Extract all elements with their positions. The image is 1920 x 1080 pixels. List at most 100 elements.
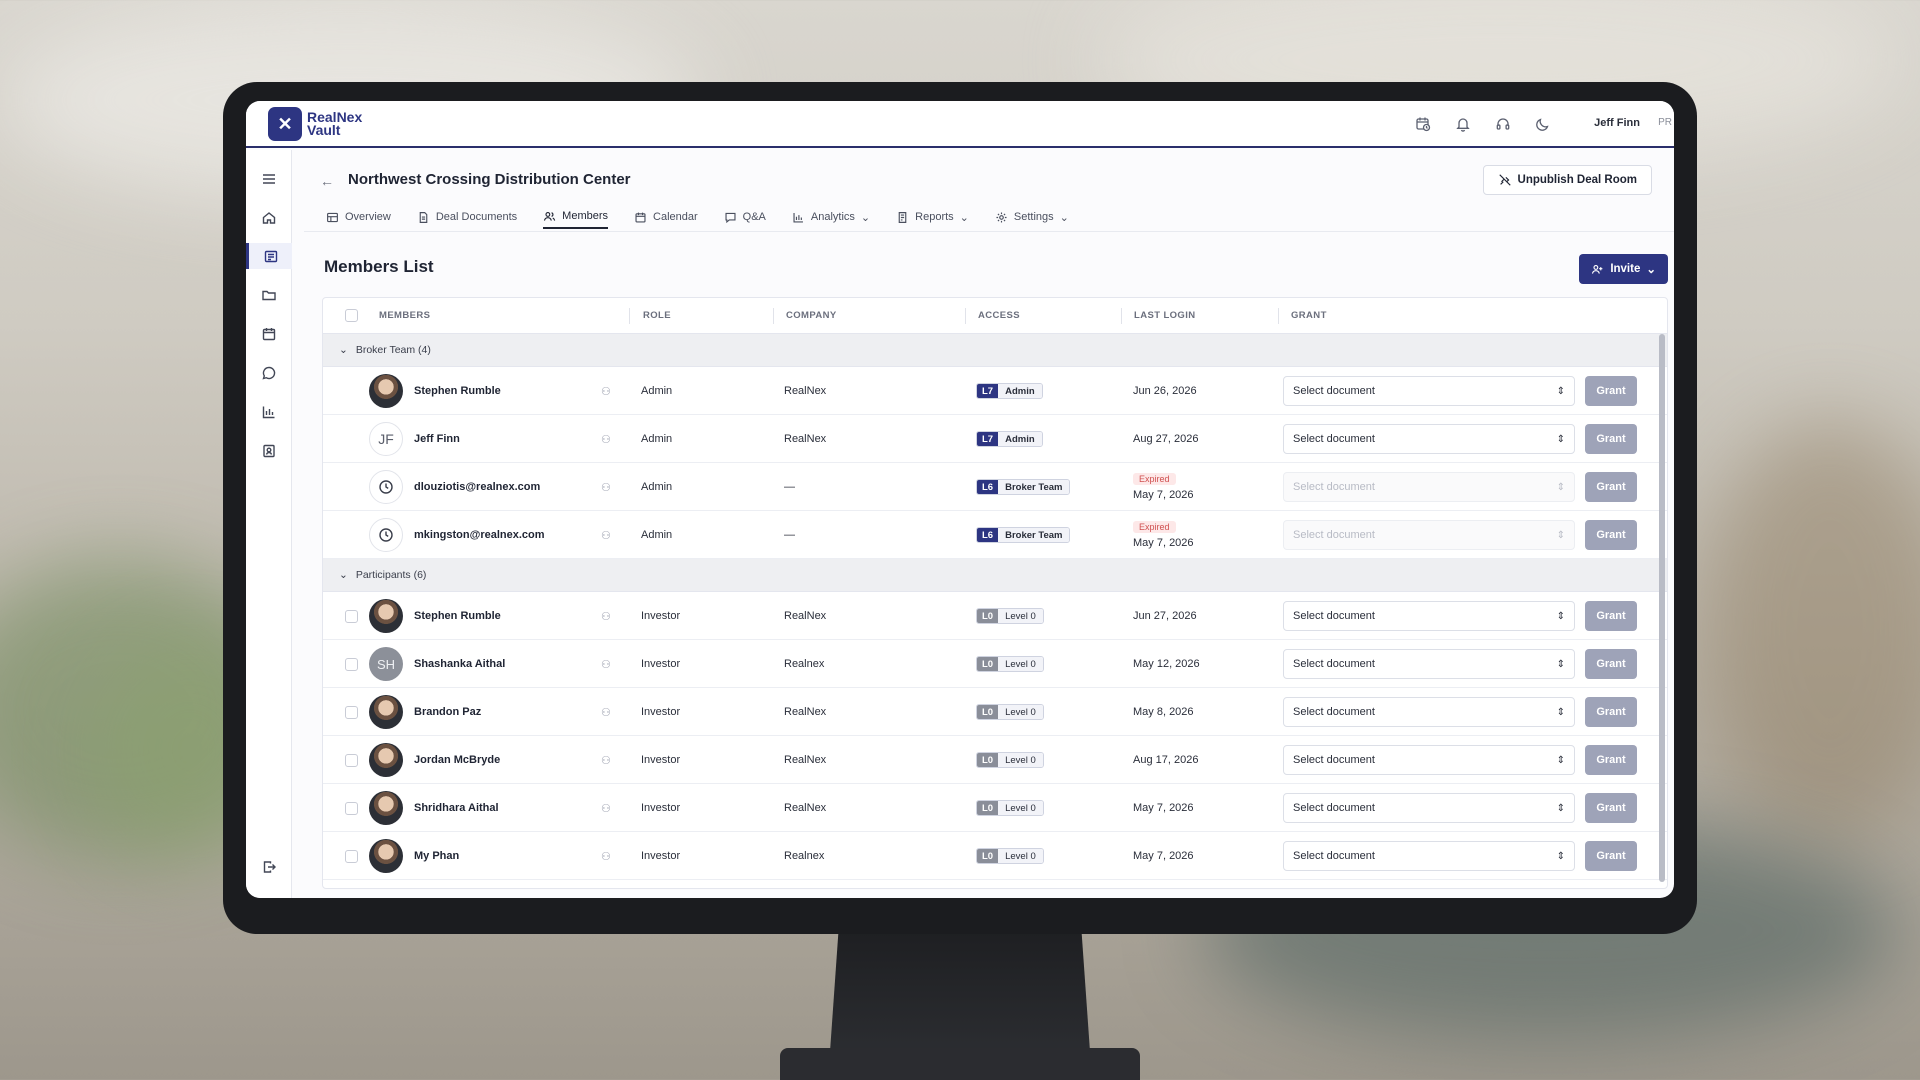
avatar[interactable] xyxy=(369,599,403,633)
tab-qa[interactable]: Q&A xyxy=(724,205,766,229)
access-level-name: Admin xyxy=(998,432,1042,446)
back-arrow-icon[interactable]: ← xyxy=(320,173,334,189)
member-name[interactable]: Shashanka Aithal xyxy=(414,640,505,688)
member-name[interactable]: My Phan xyxy=(414,832,459,880)
member-name[interactable]: Brandon Paz xyxy=(414,688,481,736)
member-name[interactable]: Stephen Rumble xyxy=(414,592,501,640)
avatar[interactable] xyxy=(369,791,403,825)
calendar-clock-icon[interactable] xyxy=(1412,113,1434,135)
assign-user-icon[interactable]: ⚇ xyxy=(601,640,611,688)
folder-icon[interactable] xyxy=(256,282,282,308)
user-initials[interactable]: PR xyxy=(1658,117,1672,128)
group-broker-team[interactable]: ⌄ Broker Team (4) xyxy=(323,334,1667,367)
headset-icon[interactable] xyxy=(1492,113,1514,135)
avatar[interactable] xyxy=(369,695,403,729)
assign-user-icon[interactable]: ⚇ xyxy=(601,511,611,559)
select-all-checkbox[interactable] xyxy=(345,309,358,322)
assign-user-icon[interactable]: ⚇ xyxy=(601,367,611,415)
user-name[interactable]: Jeff Finn xyxy=(1594,117,1640,129)
grant-button[interactable]: Grant xyxy=(1585,520,1637,550)
invite-button[interactable]: Invite ⌄ xyxy=(1579,254,1668,284)
bell-icon[interactable] xyxy=(1452,113,1474,135)
grant-button[interactable]: Grant xyxy=(1585,697,1637,727)
document-select[interactable]: Select document ⇕ xyxy=(1283,697,1575,727)
assign-user-icon[interactable]: ⚇ xyxy=(601,784,611,832)
member-name[interactable]: mkingston@realnex.com xyxy=(414,511,545,559)
chevron-down-icon: ⌄ xyxy=(1059,211,1069,224)
calendar-icon[interactable] xyxy=(256,321,282,347)
avatar[interactable]: JF xyxy=(369,422,403,456)
document-select[interactable]: Select document ⇕ xyxy=(1283,649,1575,679)
row-checkbox[interactable] xyxy=(345,801,358,815)
member-name[interactable]: Jeff Finn xyxy=(414,415,460,463)
unpublish-deal-room-button[interactable]: Unpublish Deal Room xyxy=(1482,165,1652,195)
last-login: Aug 17, 2026 xyxy=(1133,754,1199,766)
row-checkbox[interactable] xyxy=(345,705,358,719)
member-name[interactable]: Shridhara Aithal xyxy=(414,784,499,832)
grant-button[interactable]: Grant xyxy=(1585,472,1637,502)
avatar[interactable] xyxy=(369,374,403,408)
home-icon[interactable] xyxy=(256,205,282,231)
grant-button[interactable]: Grant xyxy=(1585,376,1637,406)
grant-button[interactable]: Grant xyxy=(1585,649,1637,679)
document-select[interactable]: Select document ⇕ xyxy=(1283,793,1575,823)
assign-user-icon[interactable]: ⚇ xyxy=(601,736,611,784)
assign-user-icon[interactable]: ⚇ xyxy=(601,832,611,880)
contact-book-icon[interactable] xyxy=(256,438,282,464)
app-logo[interactable]: ✕ RealNex Vault xyxy=(268,107,362,141)
document-select[interactable]: Select document ⇕ xyxy=(1283,841,1575,871)
tab-label: Q&A xyxy=(742,211,766,223)
group-participants[interactable]: ⌄ Participants (6) xyxy=(323,559,1667,592)
col-company[interactable]: COMPANY xyxy=(786,310,837,321)
grant-button[interactable]: Grant xyxy=(1585,601,1637,631)
grant-button[interactable]: Grant xyxy=(1585,745,1637,775)
access-badge: L0 Level 0 xyxy=(976,800,1044,816)
assign-user-icon[interactable]: ⚇ xyxy=(601,592,611,640)
row-checkbox-cell xyxy=(345,832,358,880)
grant-button[interactable]: Grant xyxy=(1585,793,1637,823)
tab-members[interactable]: Members xyxy=(543,205,609,229)
document-select[interactable]: Select document ⇕ xyxy=(1283,376,1575,406)
table-scrollbar[interactable] xyxy=(1659,334,1665,882)
access-level-name: Broker Team xyxy=(998,528,1070,542)
member-name[interactable]: dlouziotis@realnex.com xyxy=(414,463,540,511)
tab-reports[interactable]: Reports ⌄ xyxy=(896,205,969,229)
tab-deal-documents[interactable]: Deal Documents xyxy=(417,205,517,229)
col-access[interactable]: ACCESS xyxy=(978,310,1020,321)
assign-user-icon[interactable]: ⚇ xyxy=(601,415,611,463)
avatar-cell xyxy=(369,511,403,559)
row-checkbox[interactable] xyxy=(345,657,358,671)
document-select[interactable]: Select document ⇕ xyxy=(1283,601,1575,631)
avatar[interactable]: SH xyxy=(369,647,403,681)
tab-analytics[interactable]: Analytics ⌄ xyxy=(792,205,870,229)
row-checkbox[interactable] xyxy=(345,609,358,623)
avatar-cell xyxy=(369,784,403,832)
grant-button[interactable]: Grant xyxy=(1585,424,1637,454)
assign-user-icon[interactable]: ⚇ xyxy=(601,463,611,511)
avatar[interactable] xyxy=(369,839,403,873)
row-checkbox[interactable] xyxy=(345,849,358,863)
document-select[interactable]: Select document ⇕ xyxy=(1283,745,1575,775)
bar-chart-icon[interactable] xyxy=(256,399,282,425)
col-members[interactable]: MEMBERS xyxy=(379,310,430,321)
tab-overview[interactable]: Overview xyxy=(326,205,391,229)
assign-user-icon[interactable]: ⚇ xyxy=(601,688,611,736)
deal-room-icon[interactable] xyxy=(246,243,292,269)
member-name[interactable]: Stephen Rumble xyxy=(414,367,501,415)
col-last-login[interactable]: LAST LOGIN xyxy=(1134,310,1196,321)
row-checkbox[interactable] xyxy=(345,753,358,767)
avatar[interactable] xyxy=(369,743,403,777)
logout-icon[interactable] xyxy=(256,854,282,880)
menu-icon[interactable] xyxy=(256,166,282,192)
chat-icon[interactable] xyxy=(256,360,282,386)
document-select[interactable]: Select document ⇕ xyxy=(1283,424,1575,454)
grant-button[interactable]: Grant xyxy=(1585,841,1637,871)
tab-settings[interactable]: Settings ⌄ xyxy=(995,205,1069,229)
moon-icon[interactable] xyxy=(1532,113,1554,135)
chat-icon xyxy=(725,212,736,223)
tab-calendar[interactable]: Calendar xyxy=(634,205,698,229)
member-name[interactable]: Jordan McBryde xyxy=(414,736,500,784)
col-role[interactable]: ROLE xyxy=(643,310,671,321)
col-grant[interactable]: GRANT xyxy=(1291,310,1327,321)
grant-cell: Grant xyxy=(1585,511,1637,559)
